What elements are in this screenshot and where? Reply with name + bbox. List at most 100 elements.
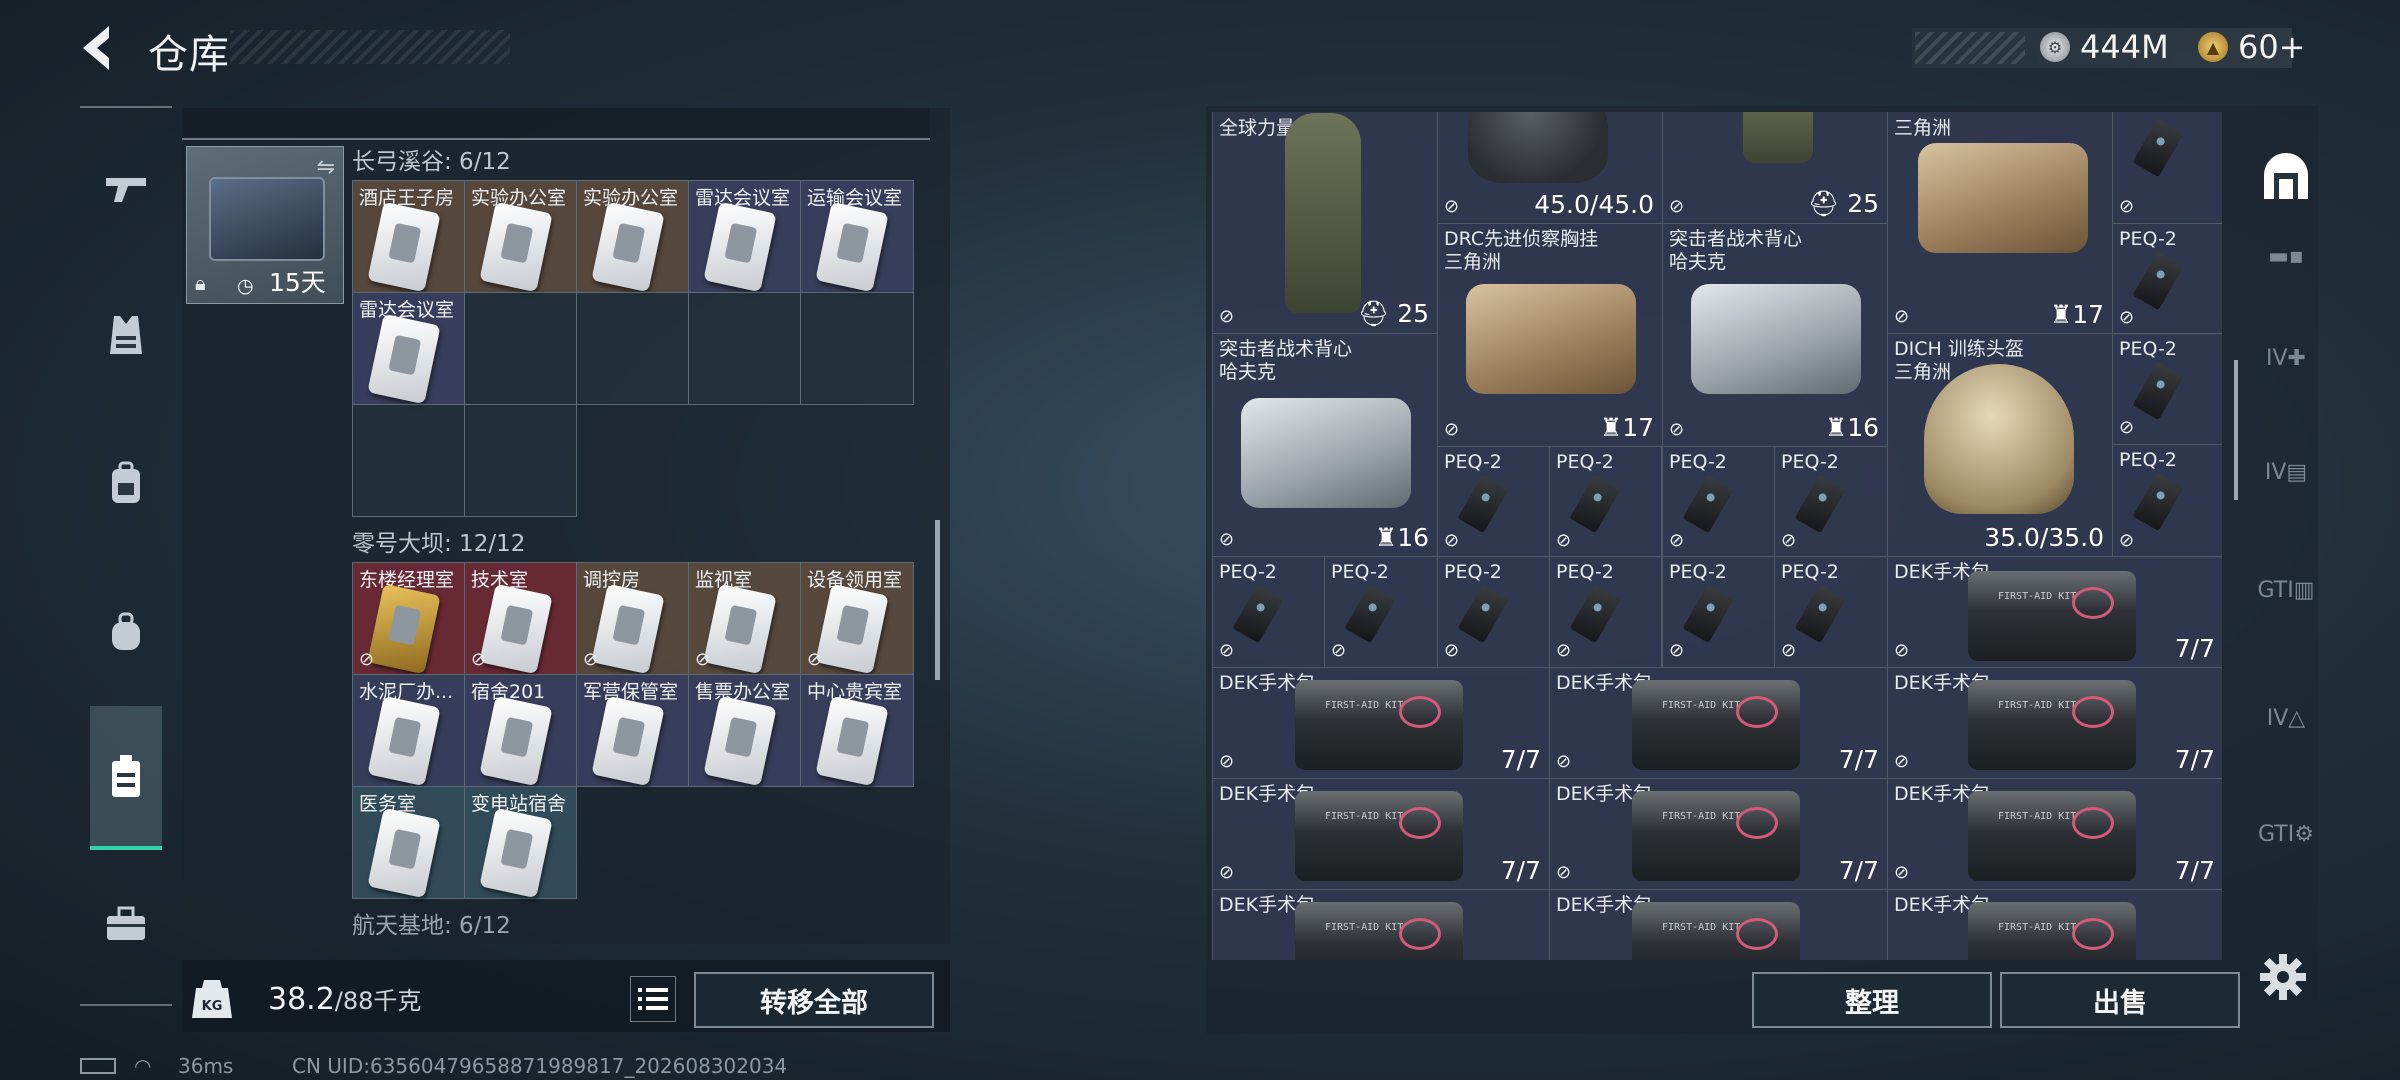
key-slot[interactable]: 监视室 ⊘: [688, 562, 801, 675]
key-slot[interactable]: 酒店王子房: [352, 180, 465, 293]
key-slot[interactable]: 雷达会议室: [688, 180, 801, 293]
item-dek-medkit[interactable]: DEK手术包⊘7/7: [1212, 778, 1550, 890]
key-case[interactable]: ⇋ 🔒︎ ◷ 15天: [186, 146, 344, 304]
item-dek-medkit[interactable]: DEK手术包⊘7/7: [1887, 667, 2222, 779]
item-raider-vest[interactable]: 突击者战术背心 哈夫克 ⊘ ♜16: [1212, 333, 1438, 557]
filter-attachment-tab[interactable]: GTI⚙: [2248, 796, 2324, 872]
key-slot[interactable]: 中心贵宾室: [800, 674, 914, 787]
nav-armor[interactable]: [92, 302, 160, 370]
organize-button[interactable]: 整理: [1752, 972, 1992, 1028]
inventory-scrollbar[interactable]: [2234, 360, 2238, 500]
item-peq2[interactable]: PEQ-2 ⊘: [1774, 446, 1888, 558]
empty-slot[interactable]: [800, 292, 914, 405]
item-drc-rig[interactable]: DRC先进侦察胸挂 三角洲 ⊘ ♜17: [1437, 223, 1663, 447]
item-durability: 35.0/35.0: [1984, 523, 2104, 552]
key-slot[interactable]: 宿舍201: [464, 674, 577, 787]
key-slot[interactable]: 技术室 ⊘: [464, 562, 577, 675]
sell-button[interactable]: 出售: [2000, 972, 2240, 1028]
key-slot[interactable]: 调控房 ⊘: [576, 562, 689, 675]
nav-bag[interactable]: [92, 598, 160, 666]
item-peq2[interactable]: PEQ-2 ⊘: [2112, 333, 2222, 445]
key-slot[interactable]: 军营保管室: [576, 674, 689, 787]
item-dek-medkit[interactable]: DEK手术包: [1549, 889, 1888, 960]
broken-icon: ⊘: [2119, 307, 2135, 328]
item-dek-medkit[interactable]: DEK手术包 ⊘ 7/7: [1887, 556, 2222, 668]
item-peq2[interactable]: PEQ-2 ⊘: [1437, 556, 1550, 668]
item-dek-medkit[interactable]: DEK手术包: [1887, 889, 2222, 960]
rig-image: [1466, 284, 1636, 394]
key-slot[interactable]: 设备领用室 ⊘: [800, 562, 914, 675]
nav-stash[interactable]: [90, 706, 162, 850]
item-peq2[interactable]: PEQ-2 ⊘: [1212, 556, 1325, 668]
nav-backpack[interactable]: [92, 450, 160, 518]
peq-image: [1569, 474, 1621, 534]
key-slot[interactable]: 医务室: [352, 786, 465, 899]
item-count: ♜16: [1374, 523, 1429, 552]
filter-container-tab[interactable]: IV▤: [2248, 434, 2324, 510]
broken-icon: ⊘: [1781, 530, 1797, 551]
transfer-all-button[interactable]: 转移全部: [694, 972, 934, 1028]
weight-kg-icon: KG: [192, 976, 232, 1020]
gun-filter-icon: ▬▪: [2268, 243, 2304, 269]
gold-amount[interactable]: 60+: [2238, 28, 2306, 66]
folder-filter-icon: IV▤: [2264, 459, 2308, 485]
broken-icon: ⊘: [1219, 751, 1235, 772]
title-decoration: [230, 30, 510, 64]
back-button[interactable]: [75, 22, 125, 74]
item-dek-medkit[interactable]: DEK手术包: [1212, 889, 1550, 960]
item-count: ♜17: [1599, 413, 1654, 442]
key-case-days: 15天: [269, 268, 326, 297]
broken-icon: ⊘: [359, 649, 375, 670]
empty-slot[interactable]: [464, 404, 577, 517]
item-dek-medkit[interactable]: DEK手术包⊘7/7: [1549, 667, 1888, 779]
key-slot[interactable]: 实验办公室: [464, 180, 577, 293]
key-slot[interactable]: 雷达会议室: [352, 292, 465, 405]
item-dich-helmet[interactable]: DICH 训练头盔 三角洲 35.0/35.0: [1887, 333, 2113, 557]
item-dek-medkit[interactable]: DEK手术包⊘7/7: [1549, 778, 1888, 890]
filter-all-tab[interactable]: [2248, 140, 2324, 216]
nav-toolbox[interactable]: [92, 890, 160, 958]
settings-button[interactable]: [2258, 952, 2308, 1002]
item-peq2[interactable]: PEQ-2 ⊘: [1549, 556, 1662, 668]
changgong-grid: 酒店王子房 实验办公室 实验办公室 雷达会议室 运输会议室 雷达会议室: [352, 180, 914, 550]
item-peq2[interactable]: PEQ-2 ⊘: [1437, 446, 1550, 558]
item-count: ⛑ 25: [1357, 299, 1430, 328]
key-slot[interactable]: 售票办公室: [688, 674, 801, 787]
key-card-icon: [703, 201, 777, 293]
item-vest-top[interactable]: ⊘ ⛑ 25: [1662, 112, 1888, 224]
item-peq2[interactable]: PEQ-2 ⊘: [1549, 446, 1662, 558]
item-peq2[interactable]: PEQ-2 ⊘: [1662, 446, 1775, 558]
item-peq2[interactable]: PEQ-2 ⊘: [2112, 444, 2222, 558]
item-peq2[interactable]: PEQ-2 ⊘: [1774, 556, 1888, 668]
empty-slot[interactable]: [688, 292, 801, 405]
gear-filter-icon: GTI▥: [2257, 577, 2315, 603]
item-dek-medkit[interactable]: DEK手术包⊘7/7: [1887, 778, 2222, 890]
item-backpack-olive[interactable]: 全球力量 ⊘ ⛑ 25: [1212, 112, 1438, 334]
filter-gear-tab[interactable]: GTI▥: [2248, 552, 2324, 628]
item-peq2[interactable]: PEQ-2 ⊘: [1662, 556, 1775, 668]
triangle-filter-icon: IV△: [2266, 705, 2306, 731]
stash-scrollbar[interactable]: [935, 520, 940, 680]
item-peq2[interactable]: PEQ-2 ⊘: [2112, 223, 2222, 335]
item-peq2[interactable]: ⊘: [2112, 112, 2222, 224]
key-slot[interactable]: 变电站宿舍: [464, 786, 577, 899]
item-helmet[interactable]: ⊘ 45.0/45.0: [1437, 112, 1663, 224]
empty-slot[interactable]: [576, 292, 689, 405]
empty-slot[interactable]: [464, 292, 577, 405]
filter-medical-tab[interactable]: IV✚: [2248, 320, 2324, 396]
nav-weapons[interactable]: [92, 154, 160, 222]
key-slot[interactable]: 实验办公室: [576, 180, 689, 293]
list-view-button[interactable]: [630, 976, 676, 1022]
stash-top-strip: [182, 108, 930, 140]
filter-misc-tab[interactable]: IV△: [2248, 680, 2324, 756]
empty-slot[interactable]: [352, 404, 465, 517]
key-slot[interactable]: 运输会议室: [800, 180, 914, 293]
key-slot[interactable]: 水泥厂办...: [352, 674, 465, 787]
item-dek-medkit[interactable]: DEK手术包⊘7/7: [1212, 667, 1550, 779]
item-desert-rig-top[interactable]: 三角洲 ⊘ ♜17: [1887, 112, 2113, 334]
item-raider-vest[interactable]: 突击者战术背心 哈夫克 ⊘ ♜16: [1662, 223, 1888, 447]
key-slot[interactable]: 东楼经理室 ⊘: [352, 562, 465, 675]
filter-weapon-tab[interactable]: ▬▪: [2248, 218, 2324, 294]
item-peq2[interactable]: PEQ-2 ⊘: [1324, 556, 1438, 668]
gear-icon: [2260, 954, 2306, 1000]
